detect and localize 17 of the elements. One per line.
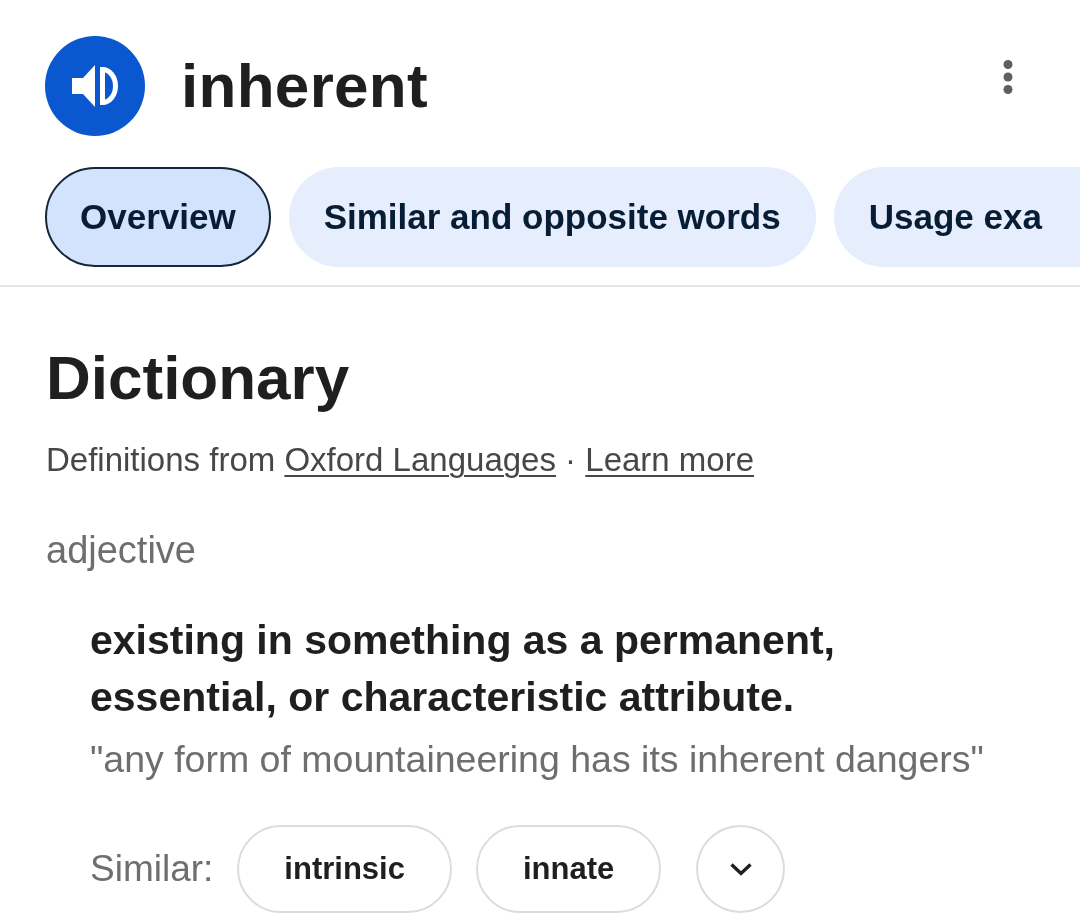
more-options-icon[interactable] <box>1003 60 1013 94</box>
section-title: Dictionary <box>46 342 351 414</box>
speaker-icon <box>70 63 119 109</box>
tab[interactable]: Usage exa <box>833 167 1080 267</box>
chevron-down-icon <box>728 862 753 877</box>
synonym-chip[interactable]: innate <box>475 825 662 914</box>
similar-label: Similar: <box>90 848 214 891</box>
part-of-speech: adjective <box>46 528 197 574</box>
tab[interactable]: Overview <box>45 167 271 267</box>
tab[interactable]: Similar and opposite words <box>288 167 816 267</box>
example-sentence: "any form of mountaineering has its inherent dangers" <box>90 736 985 782</box>
source-note: Definitions from Oxford Languages · Learn more <box>46 440 756 481</box>
source-link[interactable]: Oxford Languages <box>284 441 556 479</box>
learn-more-link[interactable]: Learn more <box>585 441 755 479</box>
headword: inherent <box>181 49 429 122</box>
definition-text: existing in something as a permanent, essential, or characteristic attribute. <box>90 615 836 722</box>
synonym-chip[interactable]: intrinsic <box>237 825 452 914</box>
